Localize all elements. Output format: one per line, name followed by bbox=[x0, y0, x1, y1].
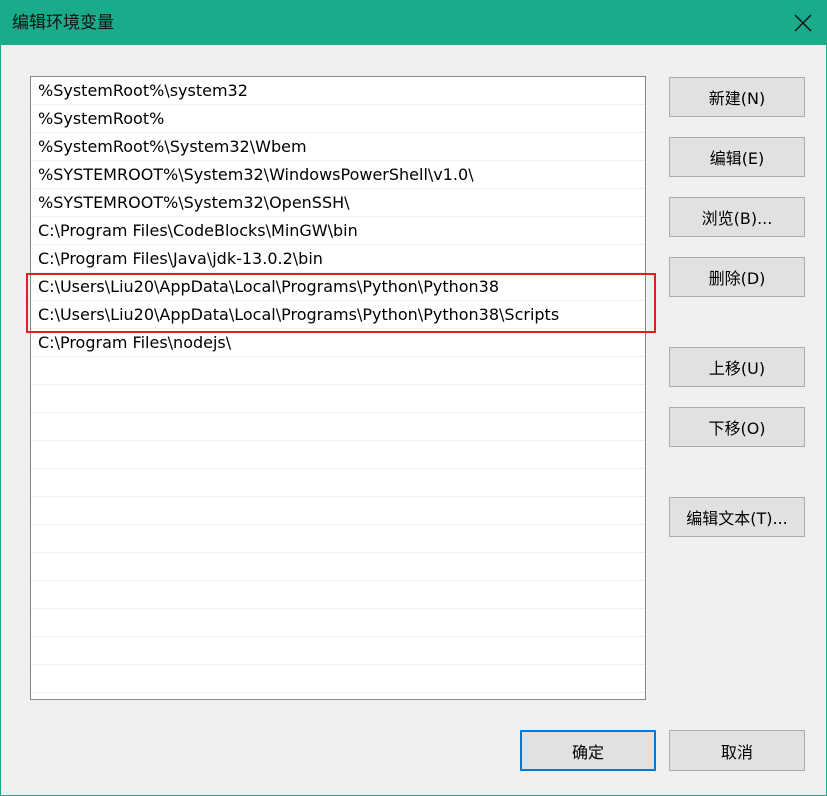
empty-list-row[interactable] bbox=[31, 385, 645, 413]
edit-button[interactable]: 编辑(E) bbox=[669, 137, 805, 177]
empty-list-row[interactable] bbox=[31, 553, 645, 581]
move-up-button[interactable]: 上移(U) bbox=[669, 347, 805, 387]
list-item[interactable]: C:\Users\Liu20\AppData\Local\Programs\Py… bbox=[31, 301, 645, 329]
close-icon bbox=[794, 14, 812, 32]
list-item-text: %SYSTEMROOT%\System32\OpenSSH\ bbox=[38, 193, 350, 212]
path-list[interactable]: %SystemRoot%\system32 %SystemRoot% %Syst… bbox=[30, 76, 646, 700]
list-item[interactable]: C:\Users\Liu20\AppData\Local\Programs\Py… bbox=[31, 273, 645, 301]
empty-list-row[interactable] bbox=[31, 609, 645, 637]
list-item[interactable]: %SYSTEMROOT%\System32\WindowsPowerShell\… bbox=[31, 161, 645, 189]
edit-env-var-dialog: 编辑环境变量 %SystemRoot%\system32 %SystemRoot… bbox=[0, 0, 827, 796]
title-bar[interactable]: 编辑环境变量 bbox=[1, 1, 826, 45]
browse-button[interactable]: 浏览(B)... bbox=[669, 197, 805, 237]
new-button[interactable]: 新建(N) bbox=[669, 77, 805, 117]
list-item-text: C:\Program Files\Java\jdk-13.0.2\bin bbox=[38, 249, 323, 268]
empty-list-row[interactable] bbox=[31, 469, 645, 497]
empty-list-row[interactable] bbox=[31, 581, 645, 609]
list-item[interactable]: %SYSTEMROOT%\System32\OpenSSH\ bbox=[31, 189, 645, 217]
empty-list-row[interactable] bbox=[31, 357, 645, 385]
close-button[interactable] bbox=[780, 1, 826, 45]
empty-list-row[interactable] bbox=[31, 497, 645, 525]
empty-list-row[interactable] bbox=[31, 525, 645, 553]
empty-list-row[interactable] bbox=[31, 665, 645, 693]
move-down-button[interactable]: 下移(O) bbox=[669, 407, 805, 447]
empty-list-row[interactable] bbox=[31, 441, 645, 469]
delete-button[interactable]: 删除(D) bbox=[669, 257, 805, 297]
list-item[interactable]: C:\Program Files\CodeBlocks\MinGW\bin bbox=[31, 217, 645, 245]
empty-list-row[interactable] bbox=[31, 413, 645, 441]
list-item[interactable]: %SystemRoot%\system32 bbox=[31, 77, 645, 105]
list-item[interactable]: %SystemRoot% bbox=[31, 105, 645, 133]
empty-list-row[interactable] bbox=[31, 637, 645, 665]
edit-text-button[interactable]: 编辑文本(T)... bbox=[669, 497, 805, 537]
list-item[interactable]: C:\Program Files\nodejs\ bbox=[31, 329, 645, 357]
list-item-text: %SystemRoot%\System32\Wbem bbox=[38, 137, 307, 156]
ok-button[interactable]: 确定 bbox=[520, 730, 656, 771]
list-item[interactable]: C:\Program Files\Java\jdk-13.0.2\bin bbox=[31, 245, 645, 273]
list-item[interactable]: %SystemRoot%\System32\Wbem bbox=[31, 133, 645, 161]
list-item-text: %SystemRoot%\system32 bbox=[38, 81, 248, 100]
list-item-text: %SYSTEMROOT%\System32\WindowsPowerShell\… bbox=[38, 165, 474, 184]
list-item-text: C:\Program Files\CodeBlocks\MinGW\bin bbox=[38, 221, 358, 240]
list-item-text: C:\Program Files\nodejs\ bbox=[38, 333, 232, 352]
list-item-text: C:\Users\Liu20\AppData\Local\Programs\Py… bbox=[38, 277, 500, 296]
list-item-text: C:\Users\Liu20\AppData\Local\Programs\Py… bbox=[38, 305, 560, 324]
cancel-button[interactable]: 取消 bbox=[669, 730, 805, 771]
list-item-text: %SystemRoot% bbox=[38, 109, 165, 128]
window-title: 编辑环境变量 bbox=[12, 13, 114, 33]
